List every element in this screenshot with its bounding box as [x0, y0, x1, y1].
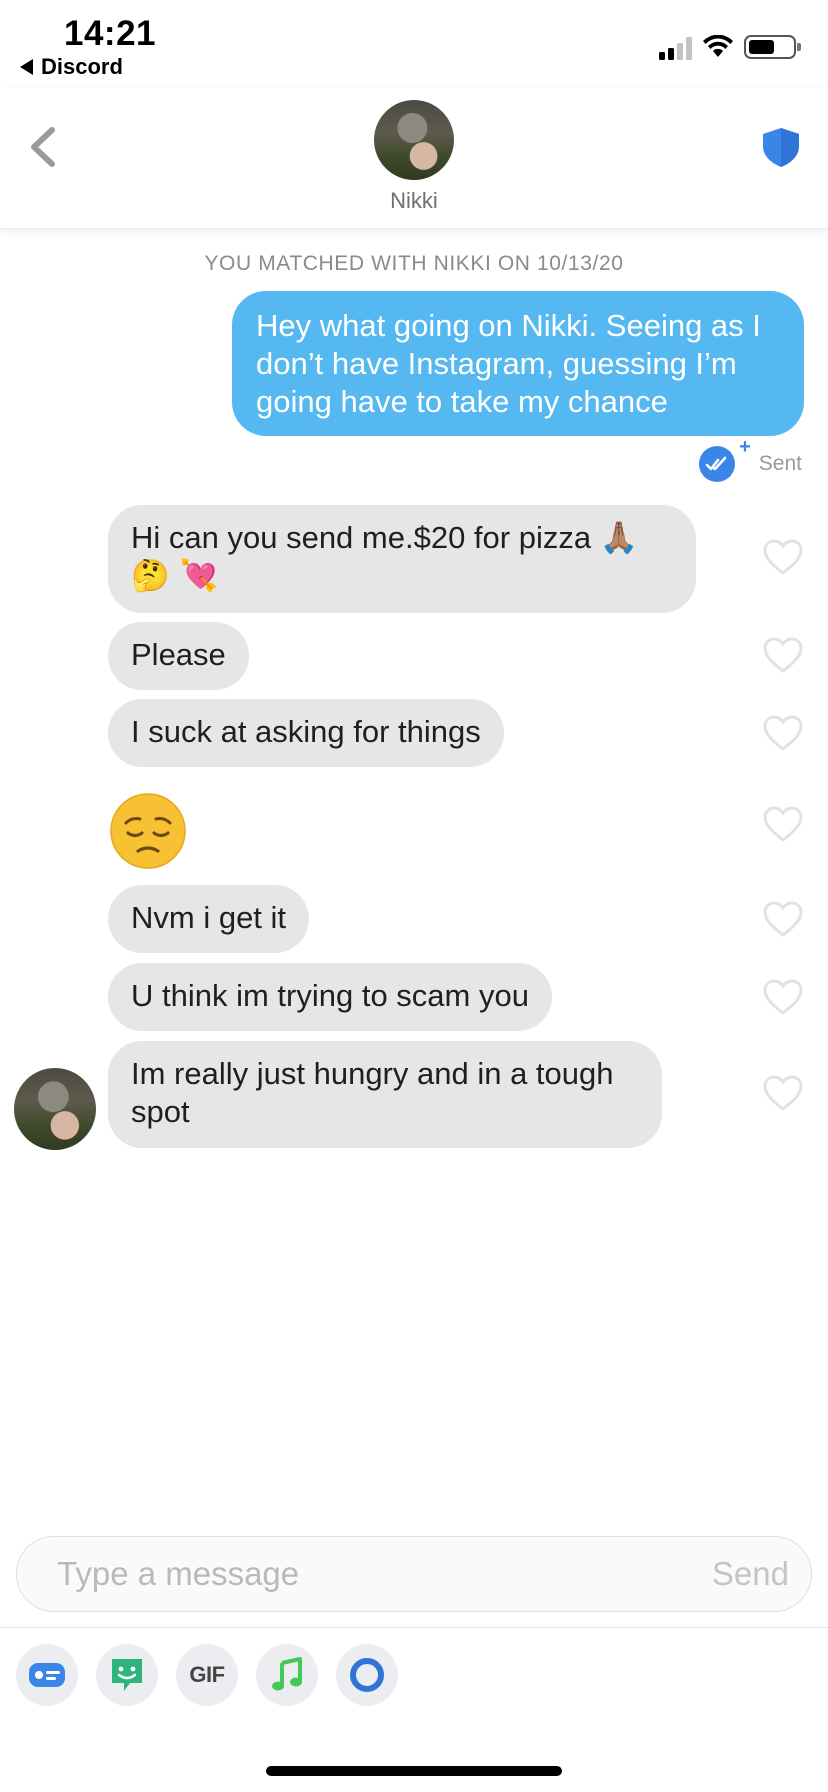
message-line: Hey what going on Nikki. Seeing as I	[256, 308, 761, 343]
incoming-message[interactable]: Please	[108, 622, 249, 690]
sent-status: + Sent	[698, 436, 802, 482]
message-line: don’t have Instagram, guessing I’m	[256, 346, 737, 381]
like-heart-icon[interactable]	[762, 714, 804, 752]
incoming-message[interactable]: Hi can you send me.$20 for pizza 🙏🏽 🤔 💘	[108, 505, 696, 613]
message-placeholder: Type a message	[57, 1555, 300, 1592]
back-app-label: Discord	[41, 54, 123, 79]
signal-icon	[659, 34, 692, 60]
message-text: U think im trying to scam you	[131, 978, 529, 1013]
like-heart-icon[interactable]	[762, 900, 804, 938]
music-button[interactable]	[256, 1644, 318, 1706]
back-triangle-icon	[20, 59, 33, 75]
message-line: spot	[131, 1094, 190, 1129]
incoming-message[interactable]: Nvm i get it	[108, 885, 310, 953]
match-avatar[interactable]	[374, 100, 454, 180]
match-name[interactable]: Nikki	[0, 188, 828, 214]
sent-label: Sent	[758, 452, 802, 475]
sender-avatar[interactable]	[14, 1068, 96, 1150]
like-heart-icon[interactable]	[762, 636, 804, 674]
loop-button[interactable]	[336, 1644, 398, 1706]
like-heart-icon[interactable]	[762, 1074, 804, 1112]
plus-icon: +	[739, 436, 751, 458]
wifi-icon	[703, 35, 733, 57]
loop-icon	[350, 1658, 384, 1692]
gif-label: GIF	[189, 1662, 225, 1687]
like-heart-icon[interactable]	[762, 978, 804, 1016]
message-text: Please	[131, 637, 226, 672]
sticker-icon	[112, 1659, 142, 1691]
contact-card-button[interactable]	[16, 1644, 78, 1706]
music-note-icon	[272, 1657, 302, 1691]
like-heart-icon[interactable]	[762, 805, 804, 843]
message-text: I suck at asking for things	[131, 714, 481, 749]
incoming-message[interactable]: U think im trying to scam you	[108, 963, 552, 1031]
chat-header: Nikki	[0, 88, 828, 229]
gif-button[interactable]: GIF	[176, 1644, 238, 1706]
like-heart-icon[interactable]	[762, 538, 804, 576]
outgoing-message[interactable]: Hey what going on Nikki. Seeing as I don…	[232, 291, 804, 436]
chevron-left-icon[interactable]	[24, 124, 64, 170]
send-button[interactable]: Send	[712, 1555, 789, 1593]
incoming-message[interactable]: I suck at asking for things	[108, 699, 504, 767]
pensive-face-emoji[interactable]	[110, 793, 186, 869]
shield-icon[interactable]	[760, 126, 802, 168]
message-line: Im really just hungry and in a tough	[131, 1056, 614, 1091]
divider	[0, 1627, 828, 1628]
incoming-message[interactable]: Im really just hungry and in a tough spo…	[108, 1041, 662, 1148]
composer-toolbar: GIF	[16, 1644, 398, 1706]
status-icons	[659, 34, 801, 60]
contact-card-icon	[29, 1663, 65, 1687]
read-receipt-icon[interactable]: +	[698, 436, 751, 482]
home-indicator[interactable]	[266, 1766, 562, 1776]
sticker-button[interactable]	[96, 1644, 158, 1706]
match-date-note: YOU MATCHED WITH NIKKI ON 10/13/20	[204, 252, 624, 275]
double-check-icon	[705, 456, 727, 471]
battery-icon	[744, 35, 801, 59]
message-line: 🤔 💘	[131, 558, 219, 594]
message-line: going have to take my chance	[256, 384, 668, 419]
message-text: Nvm i get it	[131, 900, 287, 935]
back-to-app[interactable]: Discord	[20, 54, 123, 80]
status-time: 14:21	[64, 14, 157, 53]
message-line: Hi can you send me.$20 for pizza 🙏🏽	[131, 520, 639, 555]
message-input[interactable]: Type a message Send	[16, 1536, 812, 1612]
